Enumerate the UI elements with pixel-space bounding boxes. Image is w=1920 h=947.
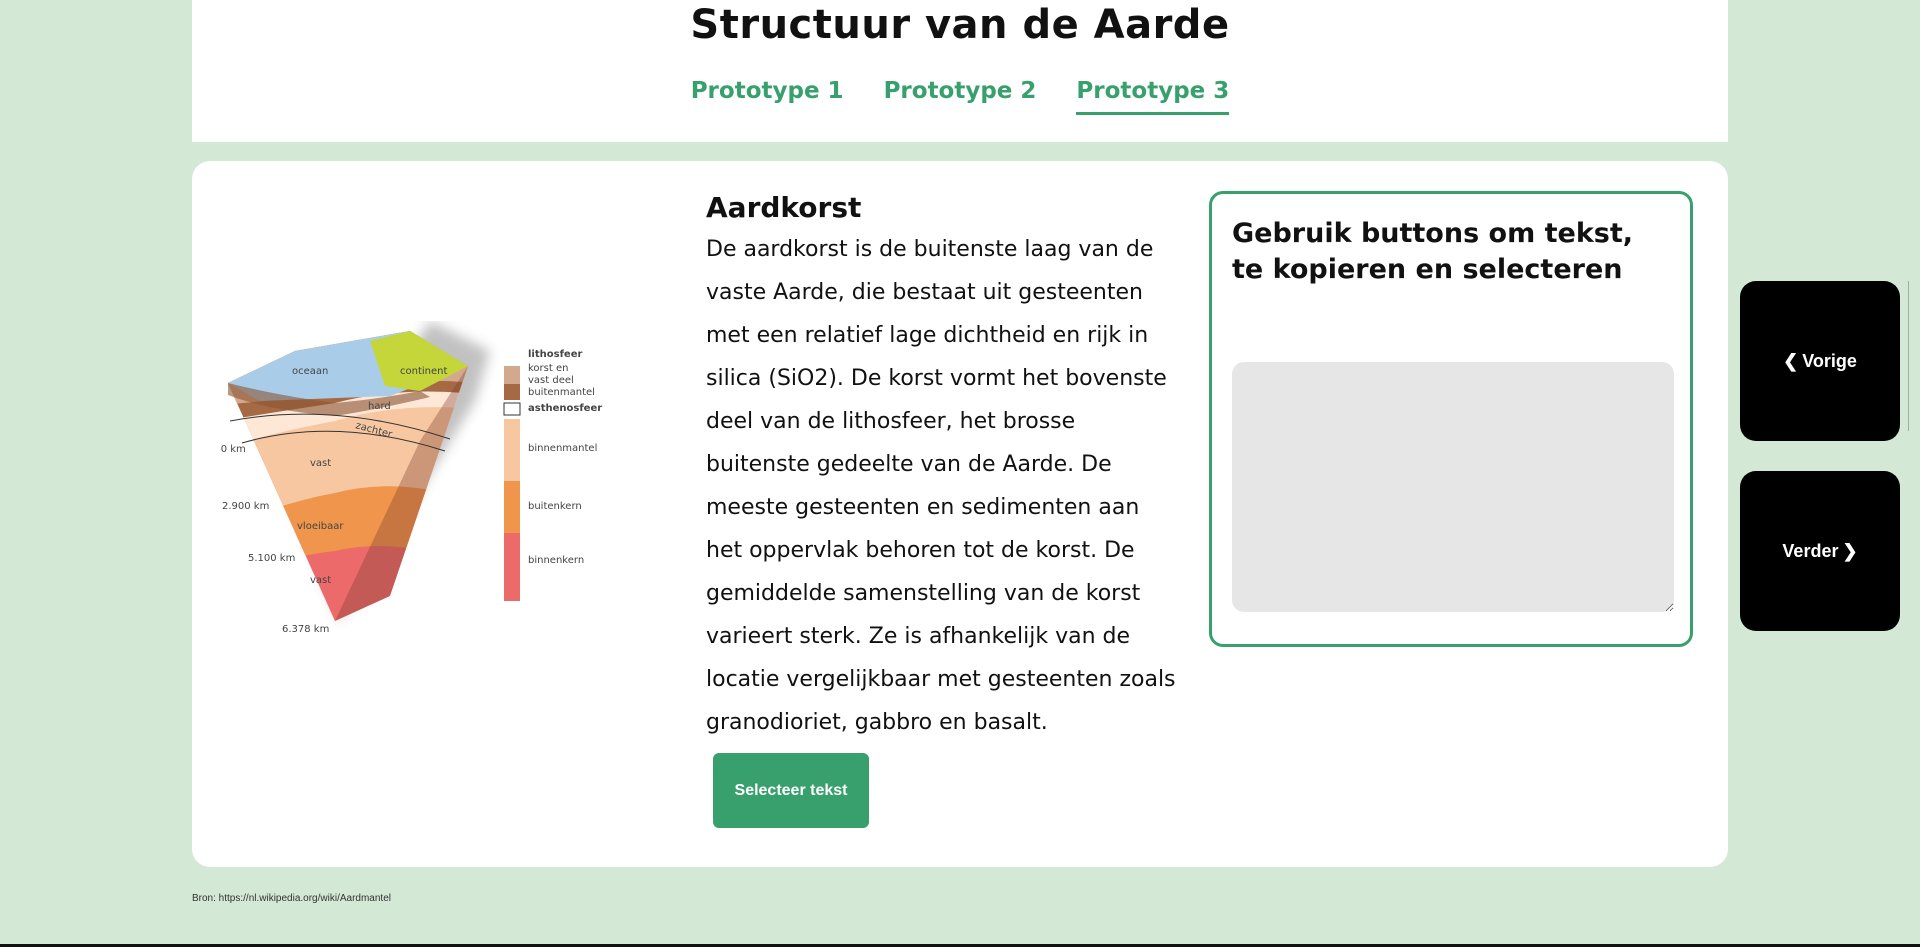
side-divider: [1908, 281, 1909, 431]
article: Aardkorst De aardkorst is de buitenste l…: [706, 191, 1176, 744]
legend-mantle-swatch: [504, 384, 520, 400]
legend-inner-mantle: binnenmantel: [528, 443, 597, 454]
tool-panel: Gebruik buttons om tekst, te kopieren en…: [1209, 191, 1693, 647]
tab-prototype-3[interactable]: Prototype 3: [1076, 78, 1230, 115]
page-header: Structuur van de Aarde Prototype 1 Proto…: [192, 0, 1728, 142]
ocean-label: oceaan: [292, 366, 328, 377]
legend-outer-mantle: buitenmantel: [528, 387, 595, 398]
tool-panel-heading: Gebruik buttons om tekst, te kopieren en…: [1232, 218, 1634, 285]
legend-inner-mantle-swatch: [504, 419, 520, 481]
next-button[interactable]: Verder ❯: [1740, 471, 1900, 631]
legend-crust-swatch: [504, 366, 520, 384]
tab-prototype-2[interactable]: Prototype 2: [884, 78, 1037, 115]
solid-mantle-label: vast: [310, 458, 331, 469]
depth-5100-label: 5.100 km: [248, 553, 295, 564]
legend-asthenosphere-swatch: [503, 402, 521, 416]
previous-button[interactable]: ❮ Vorige: [1740, 281, 1900, 441]
article-body[interactable]: De aardkorst is de buitenste laag van de…: [706, 228, 1176, 744]
legend-lithosphere: lithosfeer: [528, 349, 582, 360]
legend-crust: korst en: [528, 363, 568, 374]
legend-solid-part: vast deel: [528, 375, 574, 386]
select-text-button[interactable]: Selecteer tekst: [713, 753, 869, 828]
content-card: oceaan continent hard zachter vast vloei…: [192, 161, 1728, 867]
legend-inner-core-swatch: [504, 533, 520, 601]
legend-inner-core: binnenkern: [528, 555, 584, 566]
depth-6378-label: 6.378 km: [282, 624, 329, 635]
depth-2900-label: 2.900 km: [222, 501, 269, 512]
legend-outer-core-swatch: [504, 481, 520, 533]
earth-structure-diagram: oceaan continent hard zachter vast vloei…: [220, 321, 602, 635]
liquid-core-label: vloeibaar: [297, 521, 344, 532]
chevron-left-icon: ❮: [1783, 350, 1799, 371]
article-title: Aardkorst: [706, 191, 862, 224]
continent-label: continent: [400, 366, 447, 377]
prototype-tabs: Prototype 1 Prototype 2 Prototype 3: [192, 78, 1728, 115]
copy-textarea[interactable]: [1232, 362, 1674, 612]
page-title: Structuur van de Aarde: [690, 2, 1230, 48]
source-note: Bron: https://nl.wikipedia.org/wiki/Aard…: [192, 893, 391, 904]
tab-prototype-1[interactable]: Prototype 1: [691, 78, 844, 115]
previous-button-label: Vorige: [1802, 350, 1857, 371]
chevron-right-icon: ❯: [1842, 540, 1858, 561]
legend-outer-core: buitenkern: [528, 501, 582, 512]
legend-asthenosphere: asthenosfeer: [528, 403, 602, 414]
hard-label: hard: [368, 401, 391, 412]
next-button-label: Verder: [1782, 540, 1839, 561]
depth-400-label: 400 km: [220, 444, 246, 455]
solid-core-label: vast: [310, 575, 331, 586]
